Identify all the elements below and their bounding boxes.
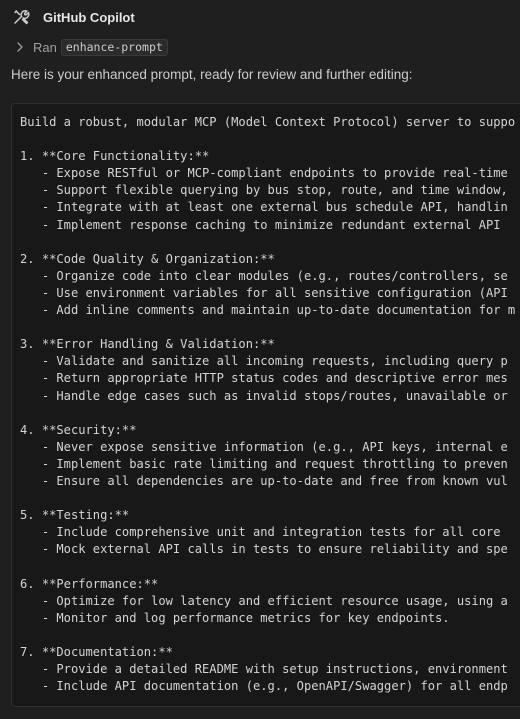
- code-block[interactable]: Build a robust, modular MCP (Model Conte…: [11, 103, 520, 707]
- code-line: - Mock external API calls in tests to en…: [20, 542, 508, 557]
- code-line: 7. **Documentation:**: [20, 644, 173, 659]
- code-line: 2. **Code Quality & Organization:**: [20, 251, 275, 266]
- code-line: - Integrate with at least one external b…: [20, 200, 508, 215]
- code-line: - Return appropriate HTTP status codes a…: [20, 371, 508, 386]
- code-line: - Implement basic rate limiting and requ…: [20, 456, 508, 471]
- code-line: - Use environment variables for all sens…: [20, 285, 508, 300]
- code-line: 3. **Error Handling & Validation:**: [20, 337, 275, 352]
- chat-response-header: GitHub Copilot: [11, 6, 135, 28]
- tool-command-chip: enhance-prompt: [60, 38, 168, 56]
- code-line: - Include API documentation (e.g., OpenA…: [20, 679, 508, 694]
- chevron-right-icon[interactable]: [15, 42, 25, 52]
- code-line: 6. **Performance:**: [20, 576, 159, 591]
- code-line: - Add inline comments and maintain up-to…: [20, 303, 516, 318]
- code-line: - Support flexible querying by bus stop,…: [20, 183, 508, 198]
- response-intro-text: Here is your enhanced prompt, ready for …: [11, 67, 413, 82]
- code-line: - Ensure all dependencies are up-to-date…: [20, 473, 508, 488]
- code-block-content[interactable]: Build a robust, modular MCP (Model Conte…: [20, 114, 515, 695]
- code-line: - Organize code into clear modules (e.g.…: [20, 268, 508, 283]
- code-line: - Validate and sanitize all incoming req…: [20, 354, 508, 369]
- code-line: 1. **Core Functionality:**: [20, 149, 210, 164]
- chat-participant-name: GitHub Copilot: [43, 9, 135, 25]
- code-line: - Implement response caching to minimize…: [20, 217, 501, 232]
- tool-invocation-row[interactable]: Ran enhance-prompt: [15, 37, 168, 57]
- code-line: - Never expose sensitive information (e.…: [20, 439, 508, 454]
- code-line: - Include comprehensive unit and integra…: [20, 525, 501, 540]
- code-line: - Provide a detailed README with setup i…: [20, 662, 508, 676]
- code-line: - Optimize for low latency and efficient…: [20, 593, 508, 608]
- code-line: Build a robust, modular MCP (Model Conte…: [20, 115, 516, 129]
- code-line: - Monitor and log performance metrics fo…: [20, 610, 450, 625]
- code-line: 4. **Security:**: [20, 422, 137, 437]
- code-line: 5. **Testing:**: [20, 508, 130, 523]
- code-line: - Handle edge cases such as invalid stop…: [20, 388, 508, 403]
- tool-run-label: Ran: [33, 39, 57, 55]
- code-line: - Expose RESTful or MCP-compliant endpoi…: [20, 166, 508, 181]
- copilot-tools-icon: [11, 7, 31, 27]
